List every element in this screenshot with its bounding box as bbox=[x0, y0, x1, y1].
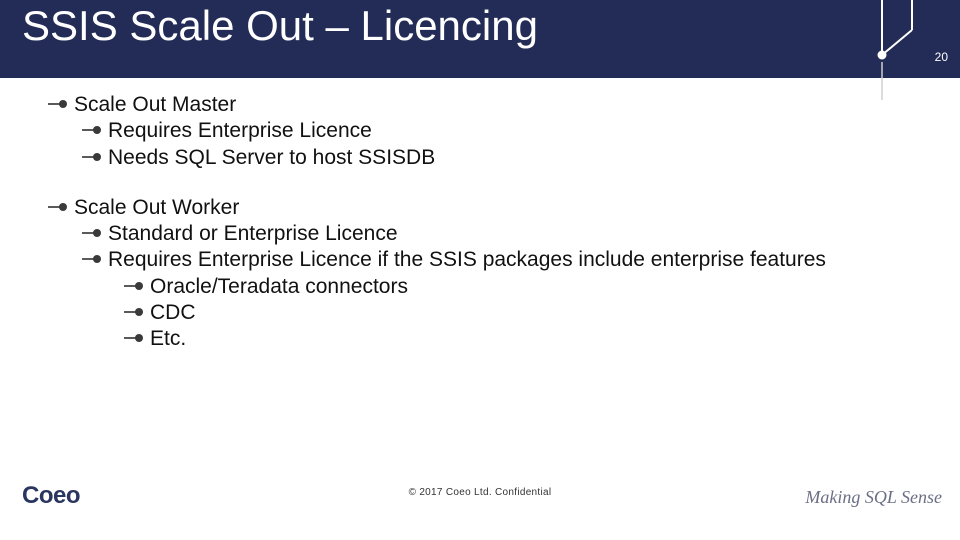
list-item: Oracle/Teradata connectors bbox=[124, 274, 920, 300]
list-item: Needs SQL Server to host SSISDB bbox=[82, 145, 920, 171]
list-item-text: Requires Enterprise Licence if the SSIS … bbox=[108, 247, 920, 273]
bullet-icon bbox=[82, 226, 102, 240]
bullet-icon bbox=[82, 150, 102, 164]
company-logo: Coeo bbox=[22, 482, 80, 510]
bullet-icon bbox=[124, 331, 144, 345]
list-item: Standard or Enterprise Licence bbox=[82, 221, 920, 247]
footer-tagline: Making SQL Sense bbox=[805, 487, 942, 508]
slide-title: SSIS Scale Out – Licencing bbox=[22, 2, 538, 50]
slide-header: SSIS Scale Out – Licencing 20 bbox=[0, 0, 960, 78]
bullet-icon bbox=[82, 123, 102, 137]
bullet-icon bbox=[48, 200, 68, 214]
list-item: Requires Enterprise Licence bbox=[82, 118, 920, 144]
list-item-text: Standard or Enterprise Licence bbox=[108, 221, 920, 247]
list-item-text: CDC bbox=[150, 300, 920, 326]
list-item-text: Oracle/Teradata connectors bbox=[150, 274, 920, 300]
logo-text: Coeo bbox=[22, 482, 80, 509]
list-item: Scale Out Worker bbox=[48, 195, 920, 221]
slide-number: 20 bbox=[935, 50, 948, 64]
list-item-text: Requires Enterprise Licence bbox=[108, 118, 920, 144]
list-item: Requires Enterprise Licence if the SSIS … bbox=[82, 247, 920, 273]
bullet-icon bbox=[124, 279, 144, 293]
list-item: Scale Out Master bbox=[48, 92, 920, 118]
slide-content: Scale Out Master Requires Enterprise Lic… bbox=[48, 92, 920, 352]
bullet-icon bbox=[48, 97, 68, 111]
bullet-icon bbox=[124, 305, 144, 319]
list-item-text: Scale Out Master bbox=[74, 92, 920, 118]
list-item-text: Etc. bbox=[150, 326, 920, 352]
bullet-icon bbox=[82, 252, 102, 266]
list-item: Etc. bbox=[124, 326, 920, 352]
list-item-text: Scale Out Worker bbox=[74, 195, 920, 221]
list-item: CDC bbox=[124, 300, 920, 326]
list-item-text: Needs SQL Server to host SSISDB bbox=[108, 145, 920, 171]
